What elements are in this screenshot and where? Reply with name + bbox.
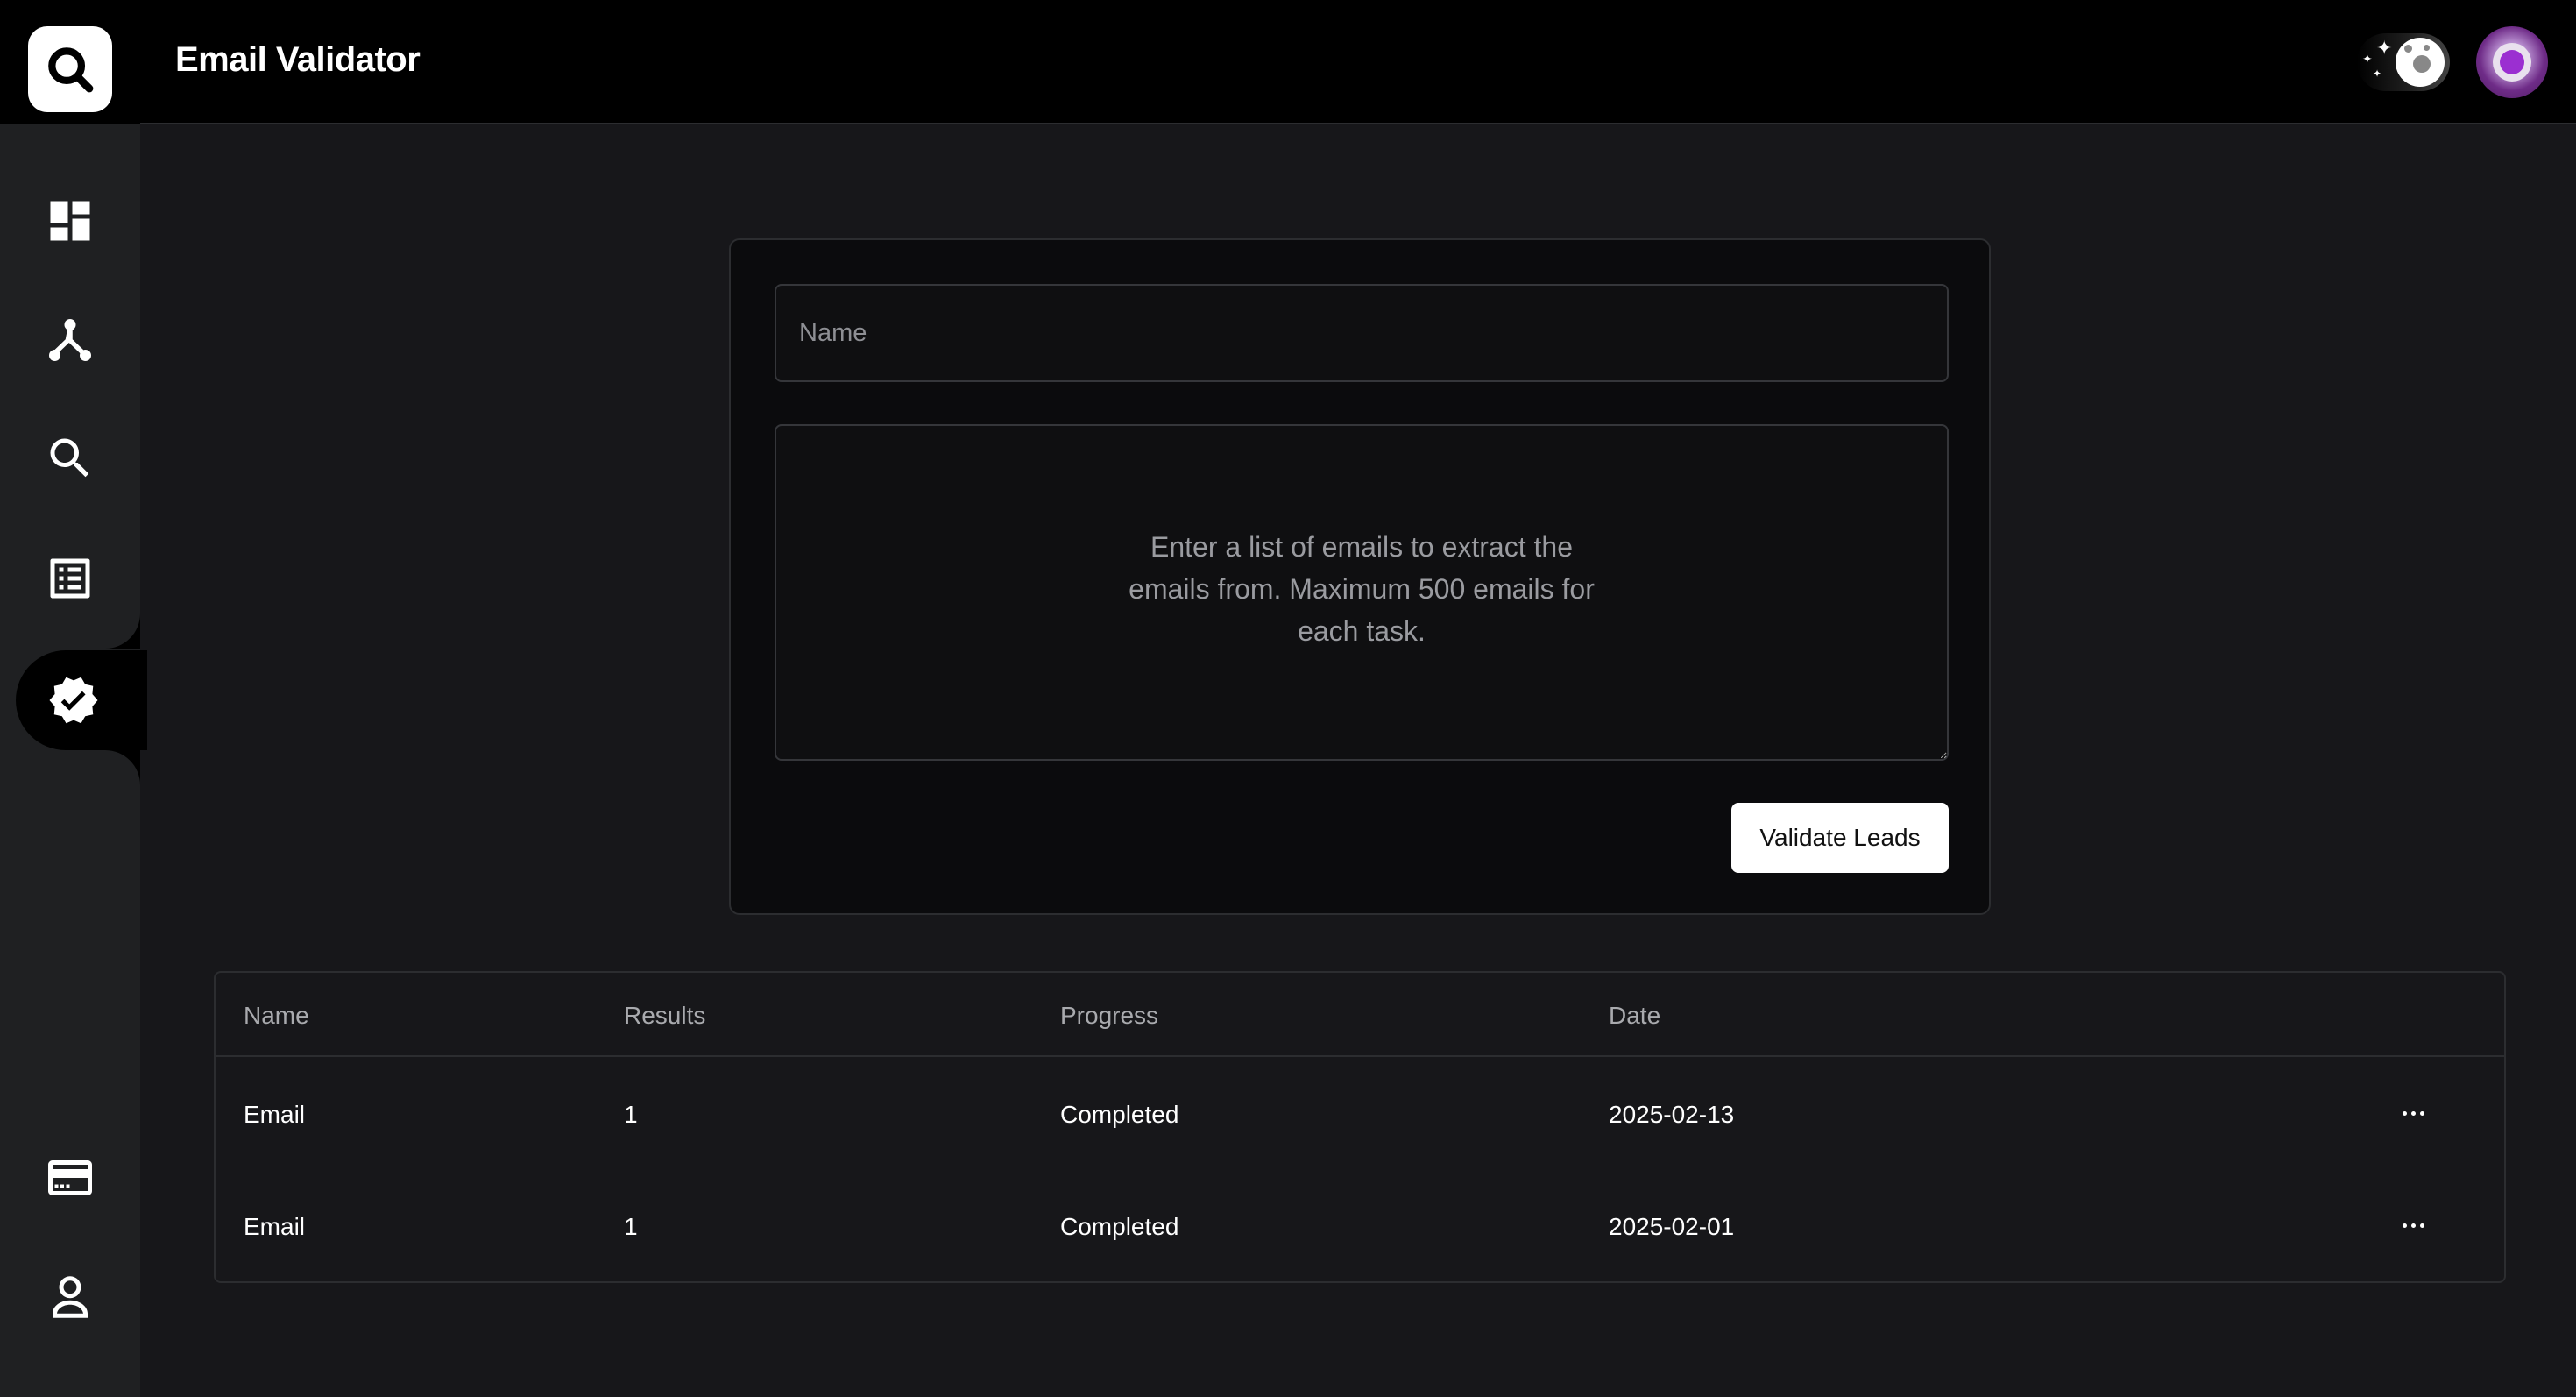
row-name: Email <box>244 1213 306 1240</box>
column-header-results: Results <box>624 1002 706 1029</box>
avatar[interactable] <box>2476 26 2548 98</box>
page-title: Email Validator <box>175 40 421 79</box>
sidebar-item-email-validator[interactable] <box>16 650 147 750</box>
sidebar-item-workflows[interactable] <box>0 292 140 388</box>
search-icon <box>50 438 89 478</box>
table-row[interactable]: Email 1 Completed 2025-02-01 <box>216 1169 2504 1281</box>
column-header-date: Date <box>1609 1002 1661 1029</box>
app-logo[interactable] <box>28 26 112 112</box>
row-progress: Completed <box>1060 1101 1179 1128</box>
dashboard-icon <box>50 201 90 241</box>
sidebar <box>0 0 147 1397</box>
row-date: 2025-02-13 <box>1609 1101 1735 1128</box>
astronaut-avatar-icon <box>2493 43 2531 82</box>
validator-form-card: Validate Leads <box>729 238 1991 915</box>
sidebar-item-search[interactable] <box>0 410 140 507</box>
sidebar-logo-area <box>0 0 140 124</box>
active-indicator-curve <box>105 750 140 785</box>
more-options-icon[interactable] <box>2392 1204 2434 1246</box>
active-indicator-curve <box>105 613 140 649</box>
sidebar-item-billing[interactable] <box>0 1130 140 1226</box>
column-header-name: Name <box>244 1002 309 1029</box>
moon-icon <box>2396 38 2445 87</box>
workflow-icon <box>49 319 91 361</box>
row-results: 1 <box>624 1101 638 1128</box>
table-header: Name Results Progress Date <box>216 973 2504 1057</box>
row-date: 2025-02-01 <box>1609 1213 1735 1240</box>
search-logo-icon <box>48 47 94 93</box>
list-icon <box>50 558 90 599</box>
sidebar-item-lists[interactable] <box>0 530 140 627</box>
verified-badge-icon <box>49 677 98 724</box>
sparkle-icon: ✦ <box>2376 37 2393 59</box>
name-input[interactable] <box>775 284 1949 382</box>
row-results: 1 <box>624 1213 638 1240</box>
theme-toggle[interactable]: ✦ ✦ ✦ <box>2357 33 2450 91</box>
results-table: Name Results Progress Date Email 1 Compl… <box>214 971 2506 1283</box>
sparkle-icon: ✦ <box>2373 67 2382 80</box>
credit-card-icon <box>48 1160 92 1195</box>
sidebar-item-dashboard[interactable] <box>0 173 140 269</box>
emails-textarea[interactable] <box>775 424 1949 761</box>
validate-leads-button[interactable]: Validate Leads <box>1731 803 1949 873</box>
row-name: Email <box>244 1101 306 1128</box>
sidebar-item-account[interactable] <box>0 1249 140 1345</box>
column-header-progress: Progress <box>1060 1002 1159 1029</box>
more-options-icon[interactable] <box>2392 1092 2434 1134</box>
row-progress: Completed <box>1060 1213 1179 1240</box>
table-row[interactable]: Email 1 Completed 2025-02-13 <box>216 1057 2504 1169</box>
top-header: Email Validator ✦ ✦ ✦ <box>140 0 2576 124</box>
user-icon <box>53 1276 88 1318</box>
sparkle-icon: ✦ <box>2362 52 2373 66</box>
